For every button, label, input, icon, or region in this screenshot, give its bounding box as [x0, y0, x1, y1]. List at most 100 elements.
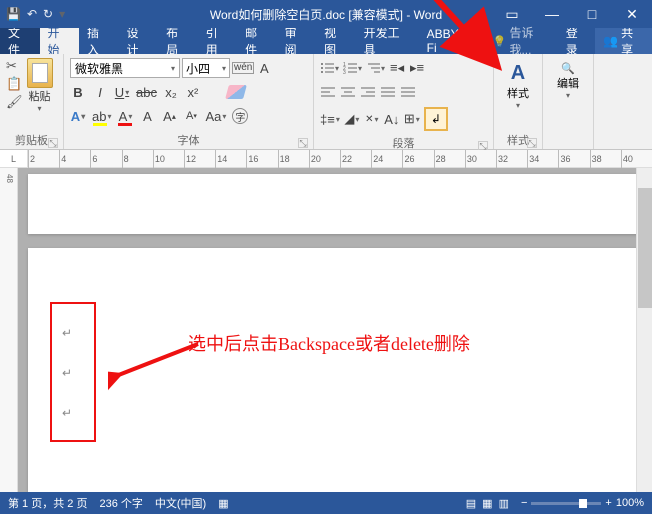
- share-button[interactable]: 👥共享: [595, 28, 652, 54]
- grow-font-button[interactable]: A▴: [161, 107, 177, 125]
- zoom-in-icon[interactable]: +: [605, 497, 611, 509]
- paragraph-mark-icon: ↵: [62, 326, 72, 340]
- tab-layout[interactable]: 布局: [158, 28, 198, 54]
- line-spacing-button[interactable]: ‡≡▾: [320, 110, 340, 128]
- chevron-down-icon[interactable]: ▾: [516, 101, 520, 110]
- underline-button[interactable]: U▾: [114, 83, 130, 101]
- strikethrough-button[interactable]: abc: [136, 83, 157, 101]
- dialog-launcher-icon[interactable]: ⤡: [527, 138, 537, 148]
- maximize-icon[interactable]: □: [572, 0, 612, 28]
- status-page[interactable]: 第 1 页，共 2 页: [8, 495, 87, 511]
- styles-button-label: 样式: [507, 85, 529, 101]
- align-center-button[interactable]: [340, 83, 356, 101]
- shrink-font-button[interactable]: A▾: [183, 107, 199, 125]
- multilevel-list-button[interactable]: ▾: [366, 59, 385, 77]
- subscript-button[interactable]: x₂: [163, 83, 179, 101]
- redo-icon[interactable]: ↻: [43, 7, 53, 21]
- svg-text:3: 3: [343, 70, 346, 74]
- styles-icon[interactable]: A: [511, 62, 525, 85]
- font-size-combo[interactable]: 小四▾: [182, 58, 230, 78]
- tab-design[interactable]: 设计: [119, 28, 159, 54]
- tab-view[interactable]: 视图: [316, 28, 356, 54]
- vertical-scrollbar[interactable]: [636, 168, 652, 492]
- tab-home[interactable]: 开始: [40, 28, 80, 54]
- change-case-button[interactable]: Aa▾: [205, 107, 226, 125]
- tab-references[interactable]: 引用: [198, 28, 238, 54]
- login-link[interactable]: 登录: [560, 24, 595, 58]
- horizontal-ruler[interactable]: L 246810121416182022242628303234363840: [0, 150, 652, 168]
- chevron-down-icon[interactable]: ▾: [566, 91, 570, 100]
- ruler-tick: 40: [621, 150, 652, 168]
- group-paragraph-label: 段落: [393, 138, 415, 150]
- justify-button[interactable]: [380, 83, 396, 101]
- zoom-out-icon[interactable]: −: [521, 497, 527, 509]
- paste-button[interactable]: 粘贴 ▾: [25, 56, 55, 131]
- status-language[interactable]: 中文(中国): [155, 495, 206, 511]
- bullets-button[interactable]: ▾: [320, 59, 339, 77]
- scrollbar-thumb[interactable]: [638, 188, 652, 308]
- tell-me[interactable]: 💡告诉我...: [487, 24, 560, 58]
- vertical-ruler[interactable]: 48: [0, 168, 18, 492]
- paste-label: 粘贴: [29, 88, 51, 104]
- borders-button[interactable]: ⊞▾: [404, 110, 420, 128]
- zoom-slider-thumb[interactable]: [579, 499, 587, 508]
- font-color-button[interactable]: A▾: [117, 107, 133, 125]
- dialog-launcher-icon[interactable]: ⤡: [48, 138, 58, 148]
- read-mode-icon[interactable]: ▤: [466, 497, 476, 510]
- status-macros-icon[interactable]: ▦: [218, 497, 228, 510]
- tab-abbyy[interactable]: ABBYY Fi: [419, 28, 487, 54]
- clear-formatting-icon[interactable]: [227, 83, 245, 101]
- print-layout-icon[interactable]: ▦: [482, 497, 492, 510]
- zoom-level[interactable]: 100%: [616, 497, 644, 509]
- qat-dropdown-icon[interactable]: ▾: [59, 7, 65, 21]
- numbering-button[interactable]: 123▾: [343, 59, 362, 77]
- ruler-tick: 34: [527, 150, 558, 168]
- align-left-button[interactable]: [320, 83, 336, 101]
- tab-file[interactable]: 文件: [0, 28, 40, 54]
- document-area[interactable]: 48 ↵ ↵ ↵ 选中后点击Backspace或者delete删除: [0, 168, 652, 492]
- cut-icon[interactable]: ✂: [6, 58, 23, 74]
- enclose-char-icon[interactable]: 字: [232, 108, 248, 124]
- undo-icon[interactable]: ↶: [27, 7, 37, 21]
- italic-button[interactable]: I: [92, 83, 108, 101]
- copy-icon[interactable]: 📋: [6, 76, 23, 92]
- save-icon[interactable]: 💾: [6, 7, 21, 21]
- char-border-icon[interactable]: A: [256, 59, 272, 77]
- phonetic-guide-icon[interactable]: wén: [232, 59, 254, 77]
- paragraph-mark-icon: ↵: [62, 406, 72, 420]
- format-painter-icon[interactable]: 🖌: [6, 94, 23, 110]
- find-icon[interactable]: 🔍: [561, 62, 575, 75]
- tab-mailings[interactable]: 邮件: [237, 28, 277, 54]
- distribute-button[interactable]: [400, 83, 416, 101]
- tab-insert[interactable]: 插入: [79, 28, 119, 54]
- font-name-combo[interactable]: 微软雅黑▾: [70, 58, 180, 78]
- zoom-slider[interactable]: [531, 502, 601, 505]
- ruler-tick: 24: [371, 150, 402, 168]
- status-words[interactable]: 236 个字: [99, 495, 142, 511]
- close-icon[interactable]: ✕: [612, 0, 652, 28]
- ruler-tick: 22: [340, 150, 371, 168]
- char-shading-icon[interactable]: A: [139, 107, 155, 125]
- web-layout-icon[interactable]: ▥: [499, 497, 509, 510]
- tab-review[interactable]: 审阅: [277, 28, 317, 54]
- lightbulb-icon: 💡: [493, 35, 507, 48]
- highlight-button[interactable]: ab▾: [92, 107, 111, 125]
- zoom-control[interactable]: − + 100%: [521, 497, 644, 509]
- asian-layout-button[interactable]: ✕▾: [364, 110, 380, 128]
- shading-button[interactable]: ◢▾: [344, 110, 360, 128]
- ruler-tick: 38: [590, 150, 621, 168]
- decrease-indent-button[interactable]: ≡◂: [389, 59, 405, 77]
- tab-developer[interactable]: 开发工具: [356, 28, 419, 54]
- sort-button[interactable]: A↓: [384, 110, 400, 128]
- page[interactable]: ↵ ↵ ↵ 选中后点击Backspace或者delete删除: [28, 248, 642, 492]
- ruler-tick: 32: [496, 150, 527, 168]
- show-hide-marks-button[interactable]: ↲: [424, 107, 448, 131]
- align-right-button[interactable]: [360, 83, 376, 101]
- editing-button-label: 编辑: [557, 75, 579, 91]
- text-effects-button[interactable]: A▾: [70, 107, 86, 125]
- bold-button[interactable]: B: [70, 83, 86, 101]
- superscript-button[interactable]: x²: [185, 83, 201, 101]
- increase-indent-button[interactable]: ▸≡: [409, 59, 425, 77]
- page-previous-bottom: [28, 174, 642, 234]
- dialog-launcher-icon[interactable]: ⤡: [298, 138, 308, 148]
